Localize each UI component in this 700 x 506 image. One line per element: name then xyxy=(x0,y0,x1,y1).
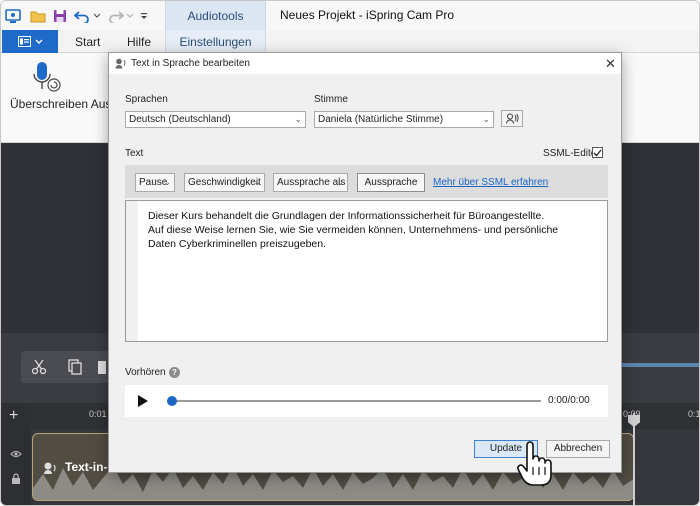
language-value: Deutsch (Deutschland) xyxy=(129,114,231,125)
time-display: 0:00/0:00 xyxy=(548,395,590,406)
ruler-tick: 0:1 xyxy=(688,409,700,419)
voice-settings-button[interactable] xyxy=(501,110,523,127)
seek-track[interactable] xyxy=(171,400,541,402)
tts-edit-dialog: Text in Sprache bearbeiten ✕ Sprachen De… xyxy=(108,52,622,473)
tab-einstellungen[interactable]: Einstellungen xyxy=(165,30,266,53)
checkmark-icon xyxy=(593,149,602,156)
voice-value: Daniela (Natürliche Stimme) xyxy=(318,114,444,125)
pronounce-as-label: Aussprache als xyxy=(277,177,346,188)
text-label: Text xyxy=(125,148,144,159)
play-icon[interactable] xyxy=(137,395,148,407)
ruler-tick: 0:01 xyxy=(89,409,107,419)
voice-label: Stimme xyxy=(314,94,348,105)
help-icon[interactable]: ? xyxy=(169,367,180,378)
track-controls: + xyxy=(1,403,31,505)
open-folder-icon[interactable] xyxy=(29,7,47,25)
tab-hilfe[interactable]: Hilfe xyxy=(127,30,151,53)
dialog-title-bar: Text in Sprache bearbeiten ✕ xyxy=(109,53,621,74)
file-menu-button[interactable] xyxy=(2,30,58,53)
menu-icon xyxy=(17,36,31,47)
progress-strip xyxy=(621,363,699,367)
pronunciation-button[interactable]: Aussprache xyxy=(357,173,425,192)
paste-icon[interactable] xyxy=(97,357,107,377)
tab-start[interactable]: Start xyxy=(75,30,100,53)
redo-icon[interactable] xyxy=(107,7,125,25)
redo-dropdown-icon[interactable] xyxy=(125,7,135,25)
context-tab-audiotools[interactable]: Audiotools xyxy=(165,1,266,30)
tts-text-area[interactable]: Dieser Kurs behandelt die Grundlagen der… xyxy=(125,200,608,342)
language-select[interactable]: Deutsch (Deutschland) ⌄ xyxy=(125,111,306,128)
editor-gutter xyxy=(126,201,138,341)
lock-icon[interactable] xyxy=(11,473,21,485)
ssml-toolbar: Pause ⌄ Geschwindigkeit ⌄ Aussprache als… xyxy=(125,165,608,198)
add-track-icon[interactable]: + xyxy=(9,407,18,425)
cancel-button[interactable]: Abbrechen xyxy=(546,440,610,458)
language-label: Sprachen xyxy=(125,94,168,105)
cut-icon[interactable] xyxy=(29,357,49,377)
hand-cursor-icon xyxy=(517,441,552,486)
edit-tool-group xyxy=(21,351,121,383)
seek-knob[interactable] xyxy=(167,396,177,406)
text-line: Dieser Kurs behandelt die Grundlagen der… xyxy=(148,210,545,222)
chevron-down-icon: ⌄ xyxy=(163,177,171,187)
pause-select[interactable]: Pause ⌄ xyxy=(135,173,175,192)
text-line: Daten Cyberkriminellen preiszugeben. xyxy=(148,238,327,250)
overwrite-audio-label[interactable]: Überschreiben Aus xyxy=(10,97,111,111)
visibility-eye-icon[interactable] xyxy=(10,450,22,458)
app-logo-icon xyxy=(4,7,22,25)
voice-select[interactable]: Daniela (Natürliche Stimme) ⌄ xyxy=(314,111,494,128)
ssml-editor-checkbox[interactable] xyxy=(592,147,603,158)
chevron-down-icon: ⌄ xyxy=(253,177,261,187)
copy-icon[interactable] xyxy=(65,357,85,377)
speech-icon xyxy=(44,462,56,474)
title-bar: Audiotools Neues Projekt - iSpring Cam P… xyxy=(1,1,699,30)
microphone-icon[interactable] xyxy=(31,61,61,95)
audio-player: 0:00/0:00 xyxy=(125,385,608,417)
customize-toolbar-icon[interactable] xyxy=(139,7,149,25)
dialog-title: Text in Sprache bearbeiten xyxy=(131,58,250,69)
clip-label: Text-in- xyxy=(65,460,108,474)
chevron-down-icon: ⌄ xyxy=(294,114,302,124)
pronounce-as-select[interactable]: Aussprache als ⌄ xyxy=(273,173,348,192)
speed-label: Geschwindigkeit xyxy=(188,177,261,188)
save-icon[interactable] xyxy=(51,7,69,25)
undo-dropdown-icon[interactable] xyxy=(92,7,102,25)
chevron-down-icon xyxy=(35,39,42,44)
app-window: Audiotools Neues Projekt - iSpring Cam P… xyxy=(0,0,700,506)
preview-label: Vorhören xyxy=(125,367,166,378)
ribbon-tab-bar: Start Hilfe Einstellungen xyxy=(1,30,699,53)
tts-icon xyxy=(115,58,126,69)
ssml-help-link[interactable]: Mehr über SSML erfahren xyxy=(433,177,548,188)
close-icon[interactable]: ✕ xyxy=(605,56,616,72)
chevron-down-icon: ⌄ xyxy=(482,114,490,124)
window-title: Neues Projekt - iSpring Cam Pro xyxy=(280,8,455,22)
voice-person-icon xyxy=(505,113,519,124)
text-line: Auf diese Weise lernen Sie, wie Sie verm… xyxy=(148,224,559,236)
speed-select[interactable]: Geschwindigkeit ⌄ xyxy=(184,173,265,192)
undo-icon[interactable] xyxy=(73,7,91,25)
chevron-down-icon: ⌄ xyxy=(336,177,344,187)
